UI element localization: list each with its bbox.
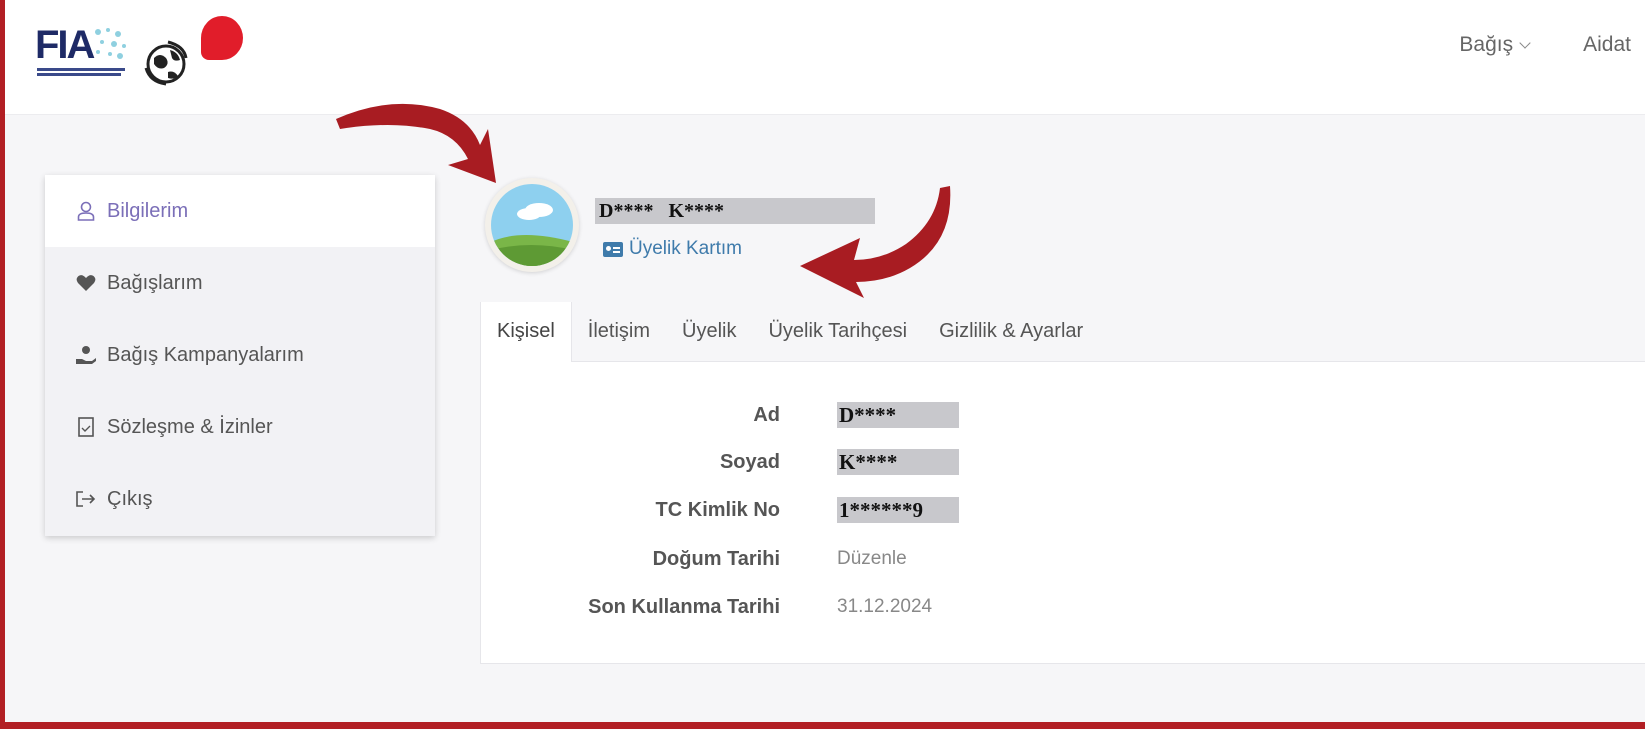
fia-logo[interactable]: FIA xyxy=(35,22,130,82)
edit-birthdate-link[interactable]: Düzenle xyxy=(837,544,907,574)
field-row-ad: Ad D**** xyxy=(480,400,1180,430)
field-label: TC Kimlik No xyxy=(655,499,780,521)
annotation-arrow-icon xyxy=(336,103,496,183)
sidebar-item-cikis[interactable]: Çıkış xyxy=(45,463,435,535)
tab-gizlilik-ayarlar[interactable]: Gizlilik & Ayarlar xyxy=(923,302,1099,361)
globe-logo[interactable] xyxy=(140,38,198,88)
nav-aidat-label: Aidat xyxy=(1583,33,1631,56)
top-header: FIA Bağış Aidat xyxy=(5,0,1645,115)
tab-uyelik-tarihcesi[interactable]: Üyelik Tarihçesi xyxy=(752,302,923,361)
logout-icon xyxy=(75,488,97,510)
field-label: Ad xyxy=(753,404,780,426)
user-icon xyxy=(75,200,97,222)
field-row-son-kullanma: Son Kullanma Tarihi 31.12.2024 xyxy=(480,592,1180,622)
membership-card-link[interactable]: Üyelik Kartım xyxy=(603,238,742,260)
id-card-icon xyxy=(603,241,623,257)
field-row-dogum-tarihi: Doğum Tarihi Düzenle xyxy=(480,544,1180,574)
heart-icon xyxy=(75,272,97,294)
page: FIA Bağış Aidat Bilgilerim Bağışlarım Ba… xyxy=(5,0,1645,722)
field-value-masked: K**** xyxy=(837,449,959,475)
fia-logo-graphic xyxy=(95,28,126,59)
annotation-arrow-icon xyxy=(800,186,951,298)
membership-card-label: Üyelik Kartım xyxy=(629,238,742,259)
sidebar-item-sozlesme[interactable]: Sözleşme & İzinler xyxy=(45,391,435,463)
field-label: Soyad xyxy=(719,451,780,473)
fia-logo-subtitle xyxy=(37,68,127,78)
hand-donation-icon xyxy=(75,344,97,366)
nav-aidat[interactable]: Aidat xyxy=(1583,33,1631,57)
sidebar-item-label: Bağışlarım xyxy=(107,271,203,294)
avatar-image xyxy=(491,184,573,266)
field-value: 31.12.2024 xyxy=(837,596,933,617)
sidebar-item-label: Sözleşme & İzinler xyxy=(107,415,273,438)
sidebar-item-label: Bilgilerim xyxy=(107,199,189,222)
field-row-tc-kimlik: TC Kimlik No 1******9 xyxy=(480,495,1180,525)
top-nav: Bağış Aidat xyxy=(1459,33,1631,57)
account-sidebar: Bilgilerim Bağışlarım Bağış Kampanyaları… xyxy=(45,175,435,536)
sidebar-item-label: Çıkış xyxy=(107,487,153,510)
field-value-masked: 1******9 xyxy=(837,497,959,523)
partner-logo[interactable] xyxy=(201,16,243,60)
chevron-down-icon xyxy=(1519,36,1531,49)
field-label: Doğum Tarihi xyxy=(652,548,780,570)
tab-kisisel[interactable]: Kişisel xyxy=(480,302,572,362)
field-label: Son Kullanma Tarihi xyxy=(588,596,780,618)
document-icon xyxy=(75,416,97,438)
field-row-soyad: Soyad K**** xyxy=(480,447,1180,477)
sidebar-item-bagislarim[interactable]: Bağışlarım xyxy=(45,247,435,319)
sidebar-item-bagis-kampanyalarim[interactable]: Bağış Kampanyalarım xyxy=(45,319,435,391)
profile-tabs: Kişisel İletişim Üyelik Üyelik Tarihçesi… xyxy=(480,302,1645,362)
tab-uyelik[interactable]: Üyelik xyxy=(666,302,752,361)
field-value-masked: D**** xyxy=(837,402,959,428)
nav-bagis-label: Bağış xyxy=(1459,33,1514,56)
tab-iletisim[interactable]: İletişim xyxy=(572,302,666,361)
sidebar-item-label: Bağış Kampanyalarım xyxy=(107,343,304,366)
fia-logo-text: FIA xyxy=(35,23,95,67)
nav-bagis[interactable]: Bağış xyxy=(1459,33,1531,57)
